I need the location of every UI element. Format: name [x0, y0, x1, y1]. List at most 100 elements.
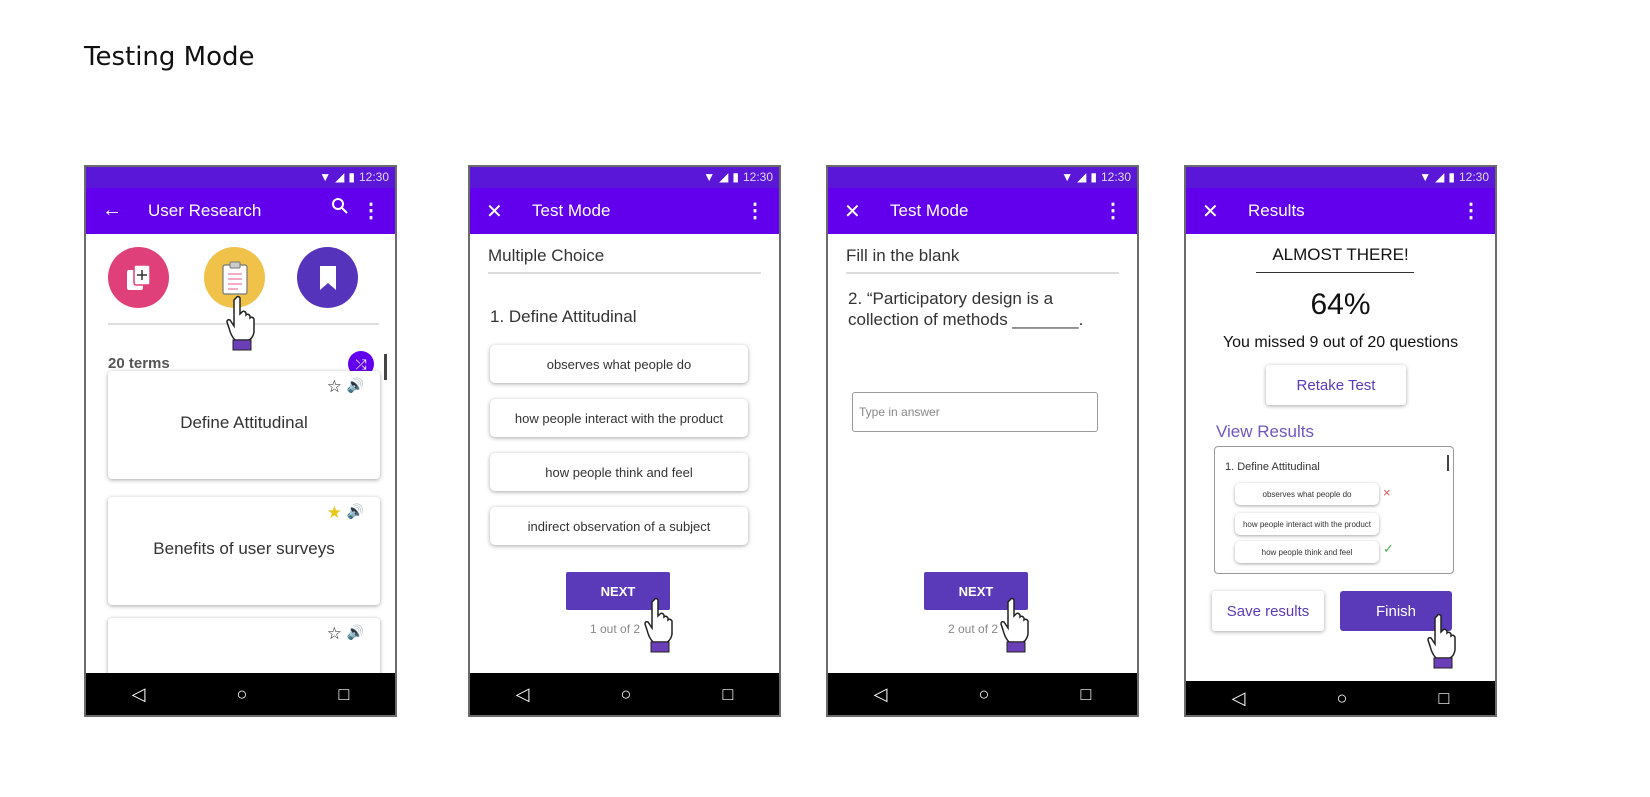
signal-icon: ◢ — [1435, 170, 1445, 184]
speaker-icon[interactable]: 🔊 — [347, 624, 364, 641]
home-circle-icon[interactable]: ○ — [1337, 688, 1348, 709]
term-label: Benefits of user surveys — [153, 539, 335, 558]
more-vert-icon[interactable]: ⋮ — [361, 198, 381, 223]
recents-square-icon[interactable]: □ — [1081, 684, 1092, 705]
more-vert-icon[interactable]: ⋮ — [1461, 198, 1481, 223]
recents-square-icon[interactable]: □ — [339, 684, 350, 705]
back-triangle-icon[interactable]: ◁ — [516, 684, 530, 705]
phone-multiple-choice: ▼ ◢ ▮ 12:30 ✕ Test Mode ⋮ Multiple Choice 1… — [468, 165, 781, 717]
hand-cursor-icon — [224, 294, 258, 357]
battery-icon: ▮ — [732, 170, 739, 184]
score-percent: 64% — [1310, 288, 1371, 321]
answer-option[interactable]: how people interact with the product — [490, 399, 748, 437]
battery-icon: ▮ — [1090, 170, 1097, 184]
wifi-icon: ▼ — [1419, 170, 1432, 184]
arrow-left-icon[interactable]: ← — [102, 199, 122, 222]
quiz-content: Multiple Choice 1. Define Attitudinal ob… — [470, 234, 779, 673]
star-filled-icon[interactable]: ★ — [327, 503, 342, 523]
speaker-icon[interactable]: 🔊 — [347, 377, 364, 394]
more-vert-icon[interactable]: ⋮ — [1103, 198, 1123, 223]
close-icon[interactable]: ✕ — [486, 199, 503, 224]
answer-option[interactable]: observes what people do — [490, 345, 748, 383]
section-divider — [846, 272, 1119, 274]
back-triangle-icon[interactable]: ◁ — [132, 684, 146, 705]
home-circle-icon[interactable]: ○ — [979, 684, 990, 705]
hand-cursor-icon — [642, 596, 676, 659]
result-option: observes what people do — [1235, 483, 1379, 505]
signal-icon: ◢ — [1077, 170, 1087, 184]
section-title: Fill in the blank — [846, 246, 960, 265]
speaker-icon[interactable]: 🔊 — [347, 503, 364, 520]
wifi-icon: ▼ — [319, 170, 332, 184]
bookmark-icon — [319, 265, 336, 290]
phone-fill-blank: ▼ ◢ ▮ 12:30 ✕ Test Mode ⋮ Fill in the blank… — [826, 165, 1139, 717]
term-card[interactable]: ★ 🔊 Benefits of user surveys — [108, 497, 380, 605]
terms-count: 20 terms — [108, 355, 170, 372]
question-text-line2: collection of methods _______. — [848, 310, 1084, 329]
term-label: Define Attitudinal — [180, 413, 308, 432]
search-icon[interactable] — [331, 197, 349, 220]
wifi-icon: ▼ — [703, 170, 716, 184]
home-circle-icon[interactable]: ○ — [237, 684, 248, 705]
wifi-icon: ▼ — [1061, 170, 1074, 184]
quiz-content: Fill in the blank 2. “Participatory desi… — [828, 234, 1137, 673]
answer-input[interactable] — [852, 392, 1098, 432]
question-progress: 2 out of 2 — [948, 622, 999, 636]
wrong-x-icon: × — [1383, 485, 1391, 500]
answer-option[interactable]: how people think and feel — [490, 453, 748, 491]
heading-underline — [1256, 272, 1414, 273]
battery-icon: ▮ — [348, 170, 355, 184]
phone-study-set: ▼ ◢ ▮ 12:30 ← User Research ⋮ 20 terms ⤮ ☆ … — [84, 165, 397, 717]
question-progress: 1 out of 2 — [590, 622, 641, 636]
app-bar: ← User Research ⋮ — [86, 188, 395, 234]
close-icon[interactable]: ✕ — [1202, 199, 1219, 224]
star-icon[interactable]: ☆ — [327, 624, 342, 644]
system-nav-bar: ◁ ○ □ — [1186, 681, 1495, 715]
back-triangle-icon[interactable]: ◁ — [874, 684, 888, 705]
more-vert-icon[interactable]: ⋮ — [745, 198, 765, 223]
app-bar-title: User Research — [148, 201, 262, 220]
term-card[interactable]: ☆ 🔊 Define Attitudinal — [108, 371, 380, 479]
bookmark-button[interactable] — [297, 247, 358, 308]
section-divider — [488, 272, 761, 274]
results-content: ALMOST THERE! 64% You missed 9 out of 20… — [1186, 234, 1495, 673]
status-bar: ▼ ◢ ▮ 12:30 — [86, 167, 395, 188]
home-circle-icon[interactable]: ○ — [621, 684, 632, 705]
results-list[interactable]: 1. Define Attitudinal observes what peop… — [1214, 446, 1454, 574]
results-heading: ALMOST THERE! — [1272, 245, 1409, 264]
add-flashcards-button[interactable] — [108, 247, 169, 308]
status-time: 12:30 — [742, 170, 773, 184]
system-nav-bar: ◁ ○ □ — [828, 673, 1137, 715]
app-bar: ✕ Test Mode ⋮ — [828, 188, 1137, 234]
signal-icon: ◢ — [719, 170, 729, 184]
app-bar-title: Results — [1248, 201, 1305, 220]
recents-square-icon[interactable]: □ — [1439, 688, 1450, 709]
status-time: 12:30 — [1458, 170, 1489, 184]
correct-check-icon: ✓ — [1383, 541, 1394, 556]
battery-icon: ▮ — [1448, 170, 1455, 184]
page-title: Testing Mode — [84, 42, 255, 72]
back-triangle-icon[interactable]: ◁ — [1232, 688, 1246, 709]
clipboard-test-icon — [221, 261, 248, 295]
save-results-button[interactable]: Save results — [1212, 591, 1324, 631]
missed-summary: You missed 9 out of 20 questions — [1222, 334, 1459, 351]
status-bar: ▼ ◢ ▮ 12:30 — [1186, 167, 1495, 188]
status-time: 12:30 — [1100, 170, 1131, 184]
app-bar: ✕ Test Mode ⋮ — [470, 188, 779, 234]
result-question: 1. Define Attitudinal — [1225, 461, 1320, 473]
retake-test-button[interactable]: Retake Test — [1266, 365, 1406, 405]
close-icon[interactable]: ✕ — [844, 199, 861, 224]
status-bar: ▼ ◢ ▮ 12:30 — [828, 167, 1137, 188]
system-nav-bar: ◁ ○ □ — [86, 673, 395, 715]
recents-square-icon[interactable]: □ — [723, 684, 734, 705]
answer-option[interactable]: indirect observation of a subject — [490, 507, 748, 545]
question-text: 1. Define Attitudinal — [490, 307, 637, 326]
status-time: 12:30 — [358, 170, 389, 184]
add-flashcards-icon — [126, 263, 151, 290]
question-text-line1: 2. “Participatory design is a — [848, 289, 1054, 308]
hand-cursor-icon — [1425, 612, 1459, 675]
scrollbar[interactable] — [1447, 455, 1449, 471]
star-icon[interactable]: ☆ — [327, 377, 342, 397]
app-bar-title: Test Mode — [890, 201, 969, 220]
scrollbar[interactable] — [384, 354, 387, 380]
